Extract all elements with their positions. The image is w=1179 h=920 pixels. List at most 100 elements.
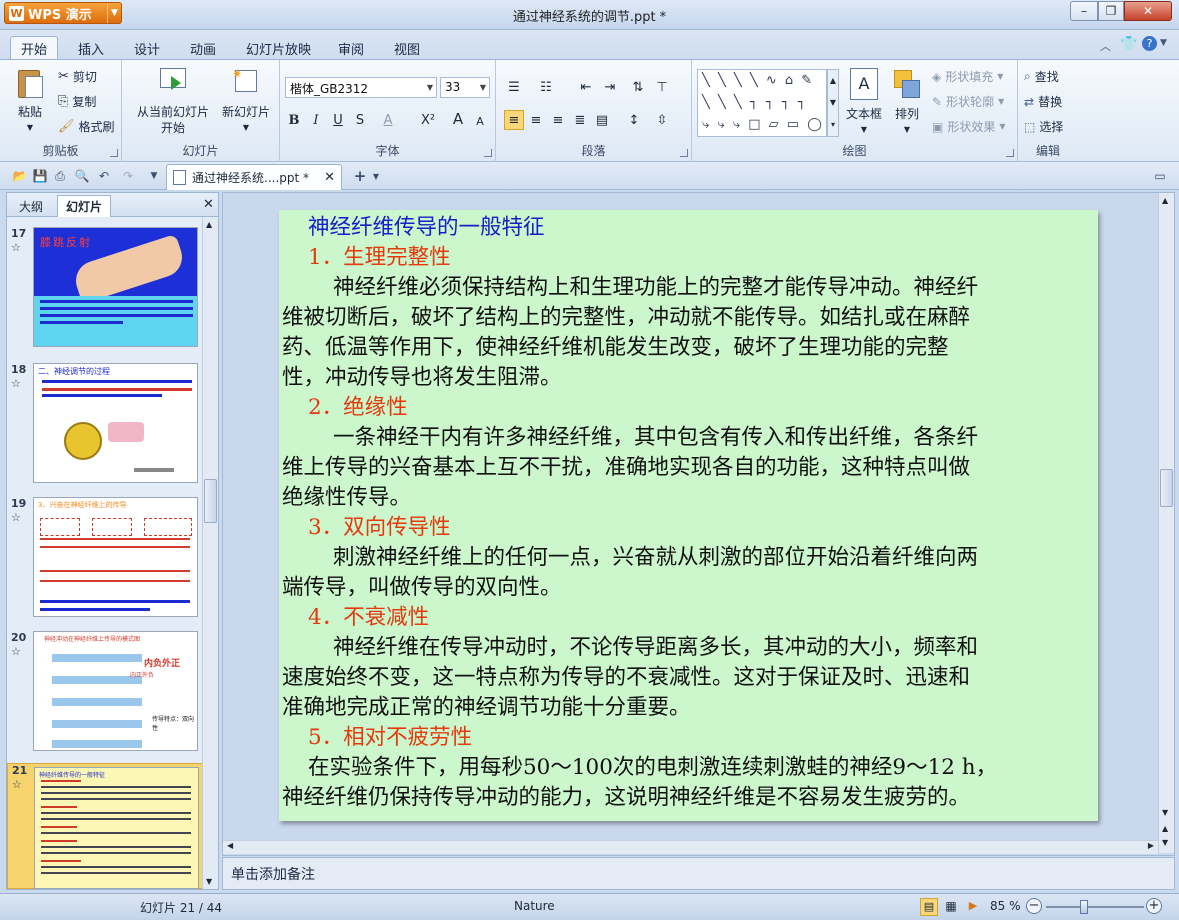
paragraph-line[interactable]: 神经纤维必须保持结构上和生理功能上的完整才能传导冲动。神经纤 xyxy=(333,273,978,303)
align-text-icon[interactable]: ⊤ xyxy=(652,77,672,97)
help-dropdown-icon[interactable]: ▼ xyxy=(1160,38,1167,48)
tab-animation[interactable]: 动画 xyxy=(180,36,226,60)
tab-design[interactable]: 设计 xyxy=(124,36,170,60)
normal-view-icon[interactable]: ▤ xyxy=(920,898,938,916)
close-tab-icon[interactable]: ✕ xyxy=(324,170,335,185)
section-heading-5[interactable]: 5．相对不疲劳性 xyxy=(308,723,472,753)
section-heading-1[interactable]: 1．生理完整性 xyxy=(308,243,451,273)
shape-effect-button[interactable]: ▣ 形状效果 ▼ xyxy=(932,118,1006,135)
justify-icon[interactable]: ≣ xyxy=(570,110,590,130)
font-name-combo[interactable]: 楷体_GB2312 ▼ xyxy=(285,77,437,98)
underline-button[interactable]: U xyxy=(328,110,348,130)
grow-font-button[interactable]: A xyxy=(448,109,468,129)
new-tab-icon[interactable]: + xyxy=(352,167,368,185)
tab-slideshow[interactable]: 幻灯片放映 xyxy=(236,36,321,60)
align-left-icon[interactable]: ≡ xyxy=(504,110,524,130)
collapse-ribbon-icon[interactable]: ︿ xyxy=(1100,38,1111,54)
new-slide-button[interactable]: ✷ 新幻灯片 ▼ xyxy=(218,66,274,136)
paragraph-line[interactable]: 维上传导的兴奋基本上互不干扰，准确地实现各自的功能，这种特点叫做 xyxy=(282,453,970,483)
paragraph-line[interactable]: 神经纤维仍保持传导冲动的能力，这说明神经纤维是不容易发生疲劳的。 xyxy=(282,783,970,813)
section-heading-3[interactable]: 3．双向传导性 xyxy=(308,513,451,543)
select-button[interactable]: ⬚ 选择 xyxy=(1024,118,1063,135)
shape-outline-button[interactable]: ✎ 形状轮廓 ▼ xyxy=(932,93,1004,110)
help-icon[interactable]: ? xyxy=(1142,36,1157,51)
paragraph-line[interactable]: 速度始终不变，这一特点称为传导的不衰减性。这对于保证及时、迅速和 xyxy=(282,663,970,693)
customize-qa-icon[interactable]: ▼ xyxy=(146,168,162,184)
notes-pane[interactable]: 单击添加备注 xyxy=(222,857,1175,890)
font-color-button[interactable]: A xyxy=(378,110,398,130)
zoom-slider-track[interactable] xyxy=(1046,906,1144,908)
close-button[interactable]: ✕ xyxy=(1124,1,1172,21)
maximize-button[interactable]: ❐ xyxy=(1098,1,1124,21)
previous-slide-icon[interactable]: ▲ xyxy=(1162,824,1168,833)
format-painter-button[interactable]: 🖌 格式刷 xyxy=(58,118,115,135)
scroll-up-icon[interactable]: ▲ xyxy=(1162,196,1168,205)
slideshow-view-icon[interactable]: ▶ xyxy=(964,898,982,916)
paragraph-line[interactable]: 维被切断后，破坏了结构上的完整性，冲动就不能传导。如结扎或在麻醉 xyxy=(282,303,970,333)
paragraph-line[interactable]: 性，冲动传导也将发生阻滞。 xyxy=(282,363,562,393)
find-button[interactable]: ⌕ 查找 xyxy=(1024,68,1059,85)
replace-button[interactable]: ⇄ 替换 xyxy=(1024,93,1062,110)
zoom-in-button[interactable]: + xyxy=(1146,898,1162,914)
open-icon[interactable]: 📂 xyxy=(12,168,28,184)
align-right-icon[interactable]: ≡ xyxy=(548,110,568,130)
increase-indent-icon[interactable]: ⇥ xyxy=(600,77,620,97)
section-heading-4[interactable]: 4．不衰减性 xyxy=(308,603,429,633)
tab-review[interactable]: 审阅 xyxy=(328,36,374,60)
distribute-icon[interactable]: ▤ xyxy=(592,110,612,130)
shape-fill-button[interactable]: ◈ 形状填充 ▼ xyxy=(932,68,1003,85)
document-tab[interactable]: 通过神经系统....ppt * ✕ xyxy=(166,164,342,190)
tab-outline[interactable]: 大纲 xyxy=(11,195,51,217)
paste-button[interactable]: 粘贴 ▼ xyxy=(8,66,52,136)
tab-slides[interactable]: 幻灯片 xyxy=(57,195,112,217)
thumbnail-slide-18[interactable]: 18 ☆ 二、神经调节的过程 xyxy=(7,363,203,487)
bullets-icon[interactable]: ☰ xyxy=(504,77,524,97)
paragraph-line[interactable]: 一条神经干内有许多神经纤维，其中包含有传入和传出纤维，各条纤 xyxy=(333,423,978,453)
paragraph-line[interactable]: 刺激神经纤维上的任何一点，兴奋就从刺激的部位开始沿着纤维向两 xyxy=(333,543,978,573)
scroll-up-icon[interactable]: ▲ xyxy=(206,220,212,229)
paragraph-spacing-icon[interactable]: ⇳ xyxy=(652,110,672,130)
slide-canvas[interactable]: 神经纤维传导的一般特征 1．生理完整性 神经纤维必须保持结构上和生理功能上的完整… xyxy=(279,210,1098,821)
dialog-launcher-icon[interactable] xyxy=(484,149,492,157)
minimize-button[interactable]: – xyxy=(1070,1,1098,21)
scroll-right-icon[interactable]: ▶ xyxy=(1148,841,1154,850)
zoom-slider-thumb[interactable] xyxy=(1080,900,1088,914)
save-icon[interactable]: 💾 xyxy=(32,168,48,184)
paragraph-line[interactable]: 神经纤维在传导冲动时，不论传导距离多长，其冲动的大小，频率和 xyxy=(333,633,978,663)
scroll-down-icon[interactable]: ▼ xyxy=(206,877,212,886)
strikethrough-button[interactable]: S xyxy=(350,110,370,130)
thumbnail-slide-21[interactable]: 21 ☆ 神经纤维传导的一般特征 xyxy=(7,763,203,889)
paragraph-line[interactable]: 绝缘性传导。 xyxy=(282,483,411,513)
close-panel-icon[interactable]: ✕ xyxy=(203,197,214,212)
tab-insert[interactable]: 插入 xyxy=(68,36,114,60)
scroll-down-icon[interactable]: ▼ xyxy=(1162,808,1168,817)
paragraph-line[interactable]: 端传导，叫做传导的双向性。 xyxy=(282,573,562,603)
decrease-indent-icon[interactable]: ⇤ xyxy=(576,77,596,97)
gallery-scroll[interactable]: ▲ ▼ ▾ xyxy=(827,69,839,137)
redo-icon[interactable]: ↷ xyxy=(120,168,136,184)
restore-panes-icon[interactable]: ▭ xyxy=(1152,168,1168,184)
next-slide-icon[interactable]: ▼ xyxy=(1162,838,1168,847)
cut-button[interactable]: ✂ 剪切 xyxy=(58,68,97,85)
scroll-left-icon[interactable]: ◀ xyxy=(227,841,233,850)
print-preview-icon[interactable]: 🔍 xyxy=(74,168,90,184)
paragraph-line[interactable]: 在实验条件下，用每秒50～100次的电刺激连续刺激蛙的神经9～12 h， xyxy=(308,753,997,783)
slide-sorter-icon[interactable]: ▦ xyxy=(942,898,960,916)
thumbnail-slide-20[interactable]: 20 ☆ 神经冲动在神经纤维上传导的模式图 内负外正 内正外负 传导特点：双向性 xyxy=(7,631,203,755)
slide-title[interactable]: 神经纤维传导的一般特征 xyxy=(308,213,545,243)
thumbnail-slide-17[interactable]: 17 ☆ 膝跳反射 xyxy=(7,227,203,351)
copy-button[interactable]: ⎘ 复制 xyxy=(58,93,96,110)
main-vertical-scrollbar[interactable]: ▲ ▼ ▲ ▼ xyxy=(1158,193,1174,853)
print-icon[interactable]: ⎙ xyxy=(52,168,68,184)
section-heading-2[interactable]: 2．绝缘性 xyxy=(308,393,408,423)
align-center-icon[interactable]: ≡ xyxy=(526,110,546,130)
numbering-icon[interactable]: ☷ xyxy=(536,77,556,97)
main-horizontal-scrollbar[interactable]: ◀ ▶ xyxy=(223,840,1158,854)
panel-scrollbar[interactable]: ▲ ▼ xyxy=(202,217,218,889)
arrange-button[interactable]: 排列 ▼ xyxy=(888,68,926,138)
paragraph-line[interactable]: 药、低温等作用下，使神经纤维机能发生改变，破坏了生理功能的完整 xyxy=(282,333,949,363)
zoom-out-button[interactable]: − xyxy=(1026,898,1042,914)
main-scroll-thumb[interactable] xyxy=(1160,469,1173,507)
dialog-launcher-icon[interactable] xyxy=(680,149,688,157)
tab-home[interactable]: 开始 xyxy=(10,36,59,60)
